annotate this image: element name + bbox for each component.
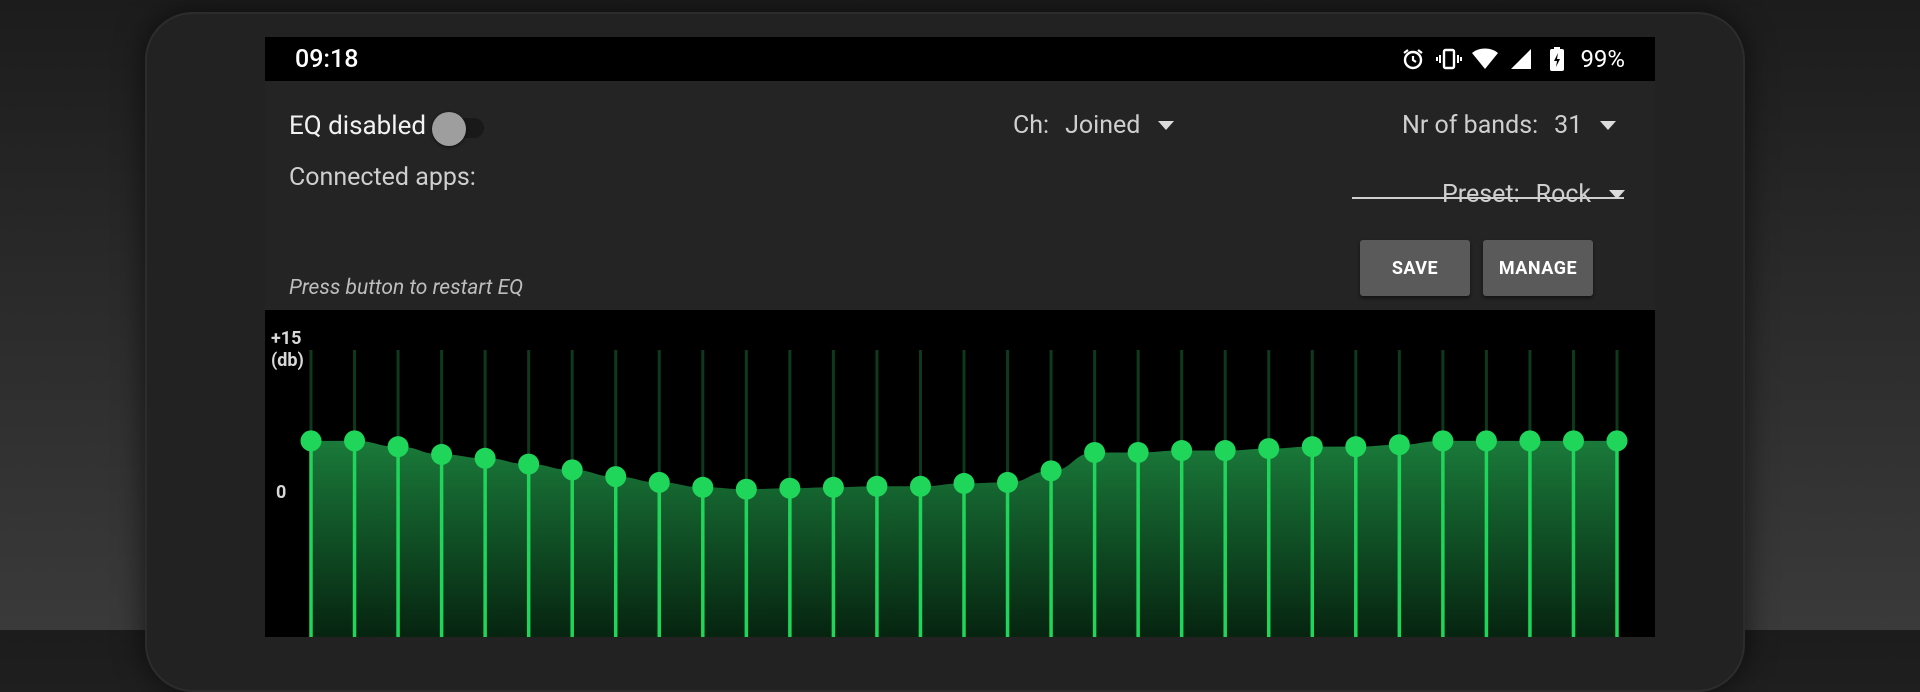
battery-icon <box>1544 46 1570 72</box>
band-slider-knob[interactable] <box>1475 430 1497 452</box>
band-slider-knob[interactable] <box>1127 441 1149 463</box>
status-bar: 09:18 99% <box>265 37 1655 81</box>
band-slider-knob[interactable] <box>431 443 453 465</box>
band-slider-knob[interactable] <box>605 466 627 488</box>
channel-label: Ch: <box>1013 111 1050 140</box>
band-slider-knob[interactable] <box>953 472 975 494</box>
save-button[interactable]: SAVE <box>1360 240 1470 296</box>
eq-toggle-row: EQ disabled <box>289 111 485 146</box>
manage-button[interactable]: MANAGE <box>1483 240 1593 296</box>
status-icons: 99% <box>1400 45 1625 73</box>
band-slider-knob[interactable] <box>474 447 496 469</box>
bands-value: 31 <box>1554 111 1583 140</box>
app-screen: 09:18 99% EQ disabled Connected apps: Pr… <box>265 37 1655 637</box>
preset-dropdown[interactable]: Preset: Rock <box>1442 180 1626 209</box>
preset-value: Rock <box>1535 180 1592 209</box>
band-slider-knob[interactable] <box>1388 434 1410 456</box>
band-slider-knob[interactable] <box>997 471 1019 493</box>
switch-thumb <box>432 112 467 146</box>
band-slider-knob[interactable] <box>1345 436 1367 458</box>
band-slider-knob[interactable] <box>518 453 540 475</box>
bands-dropdown[interactable]: Nr of bands: 31 <box>1402 111 1617 140</box>
band-slider-knob[interactable] <box>387 436 409 458</box>
alarm-icon <box>1400 46 1426 72</box>
preset-label: Preset: <box>1442 180 1520 209</box>
eq-bands-chart[interactable] <box>265 310 1655 637</box>
band-slider-knob[interactable] <box>692 476 714 498</box>
eq-toggle-label: EQ disabled <box>289 111 427 141</box>
channel-value: Joined <box>1065 111 1141 140</box>
band-slider-knob[interactable] <box>1519 430 1541 452</box>
band-slider-knob[interactable] <box>1214 440 1236 462</box>
band-slider-knob[interactable] <box>344 430 366 452</box>
band-slider-knob[interactable] <box>822 476 844 498</box>
band-slider-knob[interactable] <box>735 478 757 500</box>
band-slider-knob[interactable] <box>866 475 888 497</box>
band-slider-knob[interactable] <box>1084 441 1106 463</box>
chevron-down-icon <box>1600 121 1617 130</box>
connected-apps-label: Connected apps: <box>289 163 476 192</box>
band-slider-knob[interactable] <box>909 475 931 497</box>
band-slider-knob[interactable] <box>779 477 801 499</box>
battery-percent: 99% <box>1580 45 1625 73</box>
band-slider-knob[interactable] <box>561 459 583 481</box>
band-slider-knob[interactable] <box>1171 440 1193 462</box>
signal-icon <box>1508 46 1534 72</box>
chevron-down-icon <box>1609 190 1626 199</box>
eq-graph: +15 (db) 0 <box>265 310 1655 637</box>
band-slider-knob[interactable] <box>1258 438 1280 460</box>
band-slider-knob[interactable] <box>1606 430 1628 452</box>
band-slider-knob[interactable] <box>1562 430 1584 452</box>
band-slider-knob[interactable] <box>1040 460 1062 482</box>
eq-toggle-switch[interactable] <box>432 112 485 146</box>
status-time: 09:18 <box>295 44 359 74</box>
chevron-down-icon <box>1158 121 1175 130</box>
wifi-icon <box>1472 46 1499 72</box>
vibrate-icon <box>1436 46 1463 72</box>
eq-controls-panel: EQ disabled Connected apps: Press button… <box>265 81 1655 310</box>
band-slider-knob[interactable] <box>648 471 670 493</box>
band-slider-knob[interactable] <box>1432 430 1454 452</box>
band-slider-knob[interactable] <box>300 430 322 452</box>
band-slider-knob[interactable] <box>1301 436 1323 458</box>
restart-hint: Press button to restart EQ <box>289 276 524 300</box>
bands-label: Nr of bands: <box>1402 111 1539 140</box>
channel-dropdown[interactable]: Ch: Joined <box>1013 111 1175 140</box>
